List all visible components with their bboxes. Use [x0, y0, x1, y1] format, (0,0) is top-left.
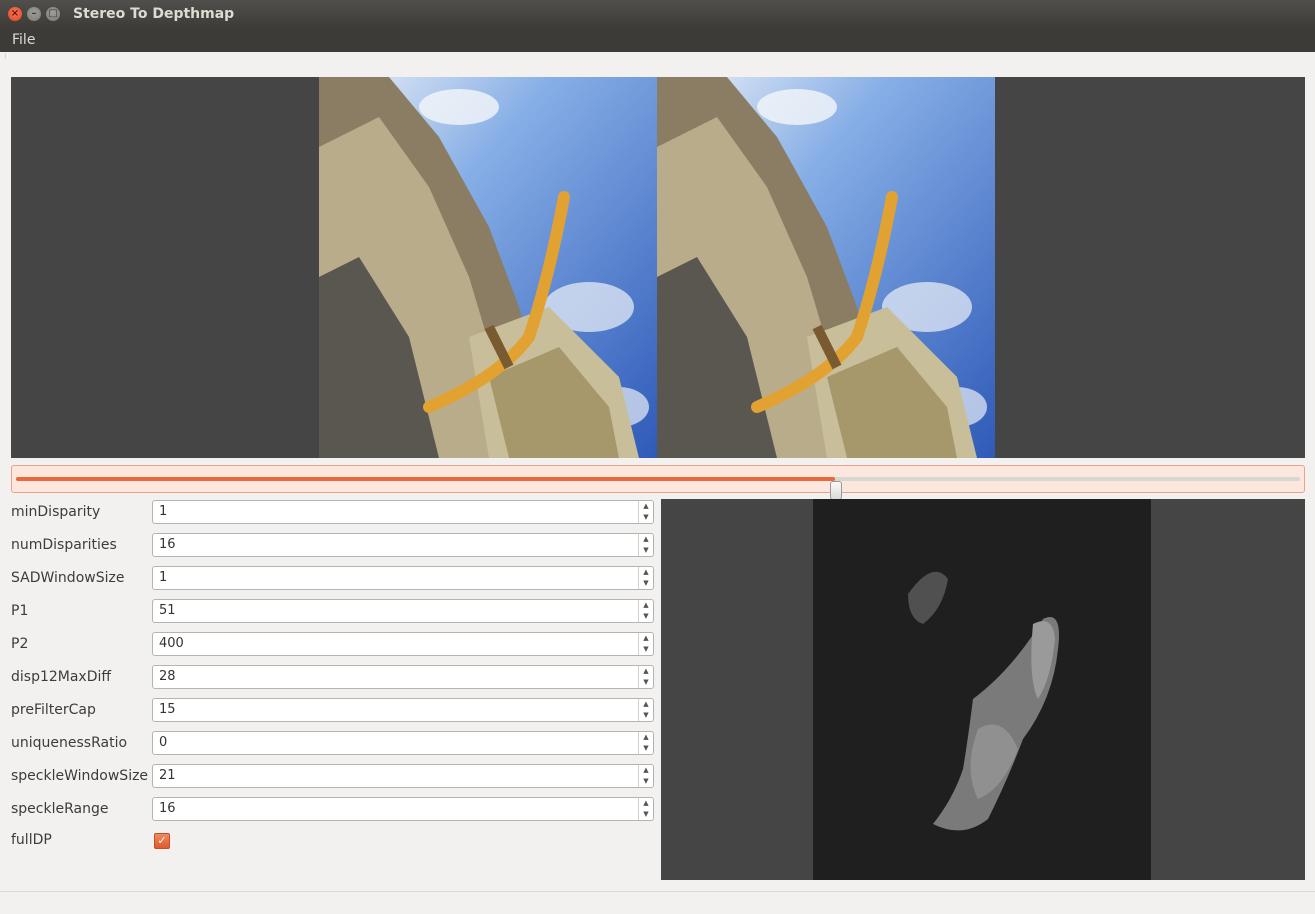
param-value[interactable]: 16 [159, 801, 176, 816]
spin-up-icon[interactable]: ▲ [639, 600, 653, 611]
param-label: P2 [11, 636, 29, 652]
spin-down-icon[interactable]: ▼ [639, 710, 653, 721]
spin-up-icon[interactable]: ▲ [639, 765, 653, 776]
left-stereo-image [319, 77, 657, 458]
spin-down-icon[interactable]: ▼ [639, 677, 653, 688]
spin-arrows[interactable]: ▲ ▼ [638, 666, 653, 688]
maximize-icon[interactable]: □ [46, 7, 60, 21]
depthmap-view [661, 499, 1305, 880]
menu-file[interactable]: File [12, 32, 35, 48]
param-value[interactable]: 21 [159, 768, 176, 783]
slider-handle[interactable] [830, 481, 843, 500]
slider-track[interactable] [16, 477, 1300, 500]
param-value[interactable]: 51 [159, 603, 176, 618]
param-value[interactable]: 1 [159, 504, 167, 519]
spin-down-icon[interactable]: ▼ [639, 578, 653, 589]
param-value[interactable]: 0 [159, 735, 167, 750]
fulldp-label: fullDP [11, 832, 52, 848]
window-title: Stereo To Depthmap [73, 6, 235, 22]
param-value[interactable]: 1 [159, 570, 167, 585]
param-spinbox[interactable]: 400 ▲ ▼ [152, 632, 654, 656]
minimize-icon[interactable]: – [27, 7, 41, 21]
toolbar-grip-icon[interactable]: ⁝ [4, 53, 8, 63]
param-value[interactable]: 400 [159, 636, 184, 651]
stereo-image-view [11, 77, 1305, 458]
param-label: P1 [11, 603, 29, 619]
fulldp-row: fullDP ✓ [11, 828, 651, 852]
fulldp-checkbox[interactable]: ✓ [154, 833, 170, 849]
param-spinbox[interactable]: 51 ▲ ▼ [152, 599, 654, 623]
spin-up-icon[interactable]: ▲ [639, 567, 653, 578]
param-spinbox[interactable]: 1 ▲ ▼ [152, 566, 654, 590]
check-icon: ✓ [157, 834, 167, 847]
spin-down-icon[interactable]: ▼ [639, 644, 653, 655]
spin-up-icon[interactable]: ▲ [639, 666, 653, 677]
param-row: P2 400 ▲ ▼ [11, 632, 656, 656]
param-row: P1 51 ▲ ▼ [11, 599, 656, 623]
param-value[interactable]: 28 [159, 669, 176, 684]
param-label: preFilterCap [11, 702, 96, 718]
spin-arrows[interactable]: ▲ ▼ [638, 501, 653, 523]
spin-arrows[interactable]: ▲ ▼ [638, 534, 653, 556]
spin-up-icon[interactable]: ▲ [639, 633, 653, 644]
param-value[interactable]: 16 [159, 537, 176, 552]
param-label: uniquenessRatio [11, 735, 128, 751]
spin-down-icon[interactable]: ▼ [639, 743, 653, 754]
frame-slider[interactable] [11, 465, 1305, 500]
param-spinbox[interactable]: 21 ▲ ▼ [152, 764, 654, 788]
spin-up-icon[interactable]: ▲ [639, 732, 653, 743]
spin-up-icon[interactable]: ▲ [639, 534, 653, 545]
param-label: speckleWindowSize [11, 768, 149, 784]
param-row: SADWindowSize 1 ▲ ▼ [11, 566, 656, 590]
spin-arrows[interactable]: ▲ ▼ [638, 798, 653, 820]
param-label: disp12MaxDiff [11, 669, 112, 685]
spin-up-icon[interactable]: ▲ [639, 798, 653, 809]
spin-down-icon[interactable]: ▼ [639, 776, 653, 787]
spin-arrows[interactable]: ▲ ▼ [638, 765, 653, 787]
menu-bar: File [0, 29, 1315, 52]
param-row: disp12MaxDiff 28 ▲ ▼ [11, 665, 656, 689]
param-label: SADWindowSize [11, 570, 125, 586]
spin-arrows[interactable]: ▲ ▼ [638, 732, 653, 754]
param-row: speckleWindowSize 21 ▲ ▼ [11, 764, 656, 788]
param-spinbox[interactable]: 1 ▲ ▼ [152, 500, 654, 524]
param-row: preFilterCap 15 ▲ ▼ [11, 698, 656, 722]
param-label: numDisparities [11, 537, 117, 553]
param-row: speckleRange 16 ▲ ▼ [11, 797, 656, 821]
spin-arrows[interactable]: ▲ ▼ [638, 567, 653, 589]
spin-arrows[interactable]: ▲ ▼ [638, 699, 653, 721]
param-value[interactable]: 15 [159, 702, 176, 717]
param-spinbox[interactable]: 16 ▲ ▼ [152, 797, 654, 821]
param-row: minDisparity 1 ▲ ▼ [11, 500, 656, 524]
depthmap-image [813, 499, 1151, 880]
spin-up-icon[interactable]: ▲ [639, 699, 653, 710]
param-label: speckleRange [11, 801, 109, 817]
param-spinbox[interactable]: 16 ▲ ▼ [152, 533, 654, 557]
spin-arrows[interactable]: ▲ ▼ [638, 600, 653, 622]
spin-down-icon[interactable]: ▼ [639, 512, 653, 523]
spin-up-icon[interactable]: ▲ [639, 501, 653, 512]
close-icon[interactable]: × [8, 7, 22, 21]
param-spinbox[interactable]: 15 ▲ ▼ [152, 698, 654, 722]
right-stereo-image [657, 77, 995, 458]
spin-down-icon[interactable]: ▼ [639, 809, 653, 820]
title-bar: × – □ Stereo To Depthmap [0, 0, 1315, 29]
param-spinbox[interactable]: 0 ▲ ▼ [152, 731, 654, 755]
spin-down-icon[interactable]: ▼ [639, 611, 653, 622]
spin-arrows[interactable]: ▲ ▼ [638, 633, 653, 655]
param-row: uniquenessRatio 0 ▲ ▼ [11, 731, 656, 755]
param-spinbox[interactable]: 28 ▲ ▼ [152, 665, 654, 689]
param-row: numDisparities 16 ▲ ▼ [11, 533, 656, 557]
slider-fill [16, 477, 836, 481]
param-label: minDisparity [11, 504, 101, 520]
spin-down-icon[interactable]: ▼ [639, 545, 653, 556]
status-bar [0, 891, 1315, 914]
